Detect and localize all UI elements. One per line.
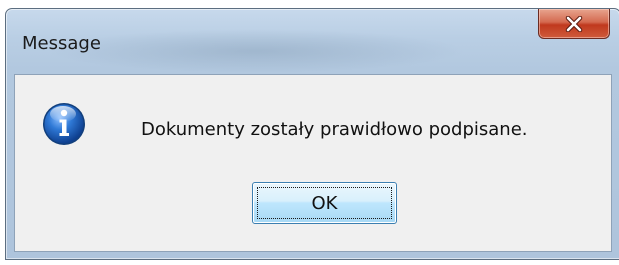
info-icon bbox=[43, 103, 85, 145]
ok-button[interactable]: OK bbox=[252, 182, 397, 224]
title-glow bbox=[46, 29, 466, 73]
ok-button-label: OK bbox=[311, 192, 338, 214]
dialog-body: Dokumenty zostały prawidłowo podpisane. … bbox=[14, 74, 612, 252]
window-title: Message bbox=[22, 33, 101, 54]
message-dialog: Message Dokumenty zostały prawidłowo pod… bbox=[5, 8, 619, 260]
titlebar[interactable]: Message bbox=[6, 9, 619, 75]
close-button[interactable] bbox=[538, 9, 610, 39]
close-icon bbox=[565, 15, 583, 32]
message-text: Dokumenty zostały prawidłowo podpisane. bbox=[141, 119, 528, 140]
